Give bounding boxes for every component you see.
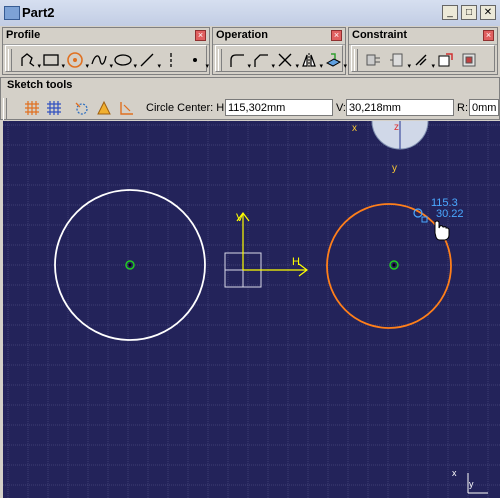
triad-x-label: x (452, 468, 457, 478)
constraints-dialog-icon[interactable] (362, 49, 384, 71)
compass-z-label: z (394, 122, 399, 133)
snap-to-point-icon[interactable] (43, 97, 65, 119)
window-titlebar: Part2 _ □ ✕ (0, 0, 500, 26)
toolbar-grip[interactable] (8, 49, 12, 71)
point-tool-icon[interactable]: ▾ (184, 49, 209, 71)
profile-toolbar-close-icon[interactable]: × (195, 30, 206, 41)
toolbar-grip[interactable] (3, 98, 7, 120)
v-coordinate-field[interactable] (346, 99, 454, 116)
h-axis-label: H (292, 256, 300, 268)
profile-toolbar: Profile × ▾ ▾ ▾ ▾ ▾ ▾ ▾ (2, 27, 210, 75)
animate-constraint-icon[interactable] (458, 49, 480, 71)
radius-label: R: (457, 102, 468, 114)
constraint-toolbar-close-icon[interactable]: × (483, 30, 494, 41)
compass-x-label: x (352, 123, 357, 134)
compass-y-label: y (392, 163, 397, 174)
toolbar-grip[interactable] (218, 49, 222, 71)
corner-tool-icon[interactable]: ▾ (226, 49, 251, 71)
maximize-button[interactable]: □ (461, 5, 477, 20)
axis-tool-icon[interactable] (160, 49, 182, 71)
ellipse-tool-icon[interactable]: ▾ (112, 49, 137, 71)
project-3d-elements-icon[interactable]: ▾ (322, 49, 347, 71)
mirror-tool-icon[interactable]: ▾ (298, 49, 323, 71)
spline-tool-icon[interactable]: ▾ (88, 49, 113, 71)
constraint-toolbar: Constraint × ▾ ▾ (348, 27, 498, 75)
close-button[interactable]: ✕ (480, 5, 496, 20)
line-tool-icon[interactable]: ▾ (136, 49, 161, 71)
sketch-canvas[interactable]: x z y H V 115.3 30.22 x y (3, 121, 500, 498)
v-axis-label: V (236, 212, 244, 224)
triad-y-label: y (469, 479, 474, 489)
rectangle-tool-icon[interactable]: ▾ (40, 49, 65, 71)
minimize-button[interactable]: _ (442, 5, 458, 20)
auto-constraint-icon[interactable] (434, 49, 456, 71)
trim-tool-icon[interactable]: ▾ (274, 49, 299, 71)
window-title: Part2 (22, 5, 55, 20)
fix-together-icon[interactable]: ▾ (410, 49, 435, 71)
chamfer-tool-icon[interactable]: ▾ (250, 49, 275, 71)
operation-toolbar: Operation × ▾ ▾ ▾ ▾ ▾ (212, 27, 347, 75)
construction-element-icon[interactable] (71, 97, 93, 119)
circle-tool-icon[interactable]: ▾ (64, 49, 89, 71)
grid-icon[interactable] (21, 97, 43, 119)
profile-toolbar-title: Profile (6, 29, 41, 41)
radius-field[interactable] (469, 99, 499, 116)
sketch-tools-toolbar: Sketch tools Circle Center: H: V: R: (0, 77, 500, 120)
v-coordinate-label: V: (336, 102, 346, 114)
operation-toolbar-close-icon[interactable]: × (331, 30, 342, 41)
constraint-toolbar-title: Constraint (352, 29, 407, 41)
cursor-v-readout: 30.22 (436, 208, 464, 220)
h-coordinate-field[interactable] (225, 99, 333, 116)
part-document-icon (4, 6, 20, 20)
operation-toolbar-title: Operation (216, 29, 268, 41)
dimensional-constraints-icon[interactable] (115, 97, 137, 119)
sketch-tools-title: Sketch tools (7, 79, 73, 91)
canvas-background (3, 121, 500, 498)
constraint-icon[interactable]: ▾ (386, 49, 411, 71)
geometrical-constraints-icon[interactable] (93, 97, 115, 119)
circle-center-h-label: Circle Center: H: (146, 102, 228, 114)
toolbar-grip[interactable] (354, 49, 358, 71)
profile-tool-icon[interactable]: ▾ (16, 49, 41, 71)
